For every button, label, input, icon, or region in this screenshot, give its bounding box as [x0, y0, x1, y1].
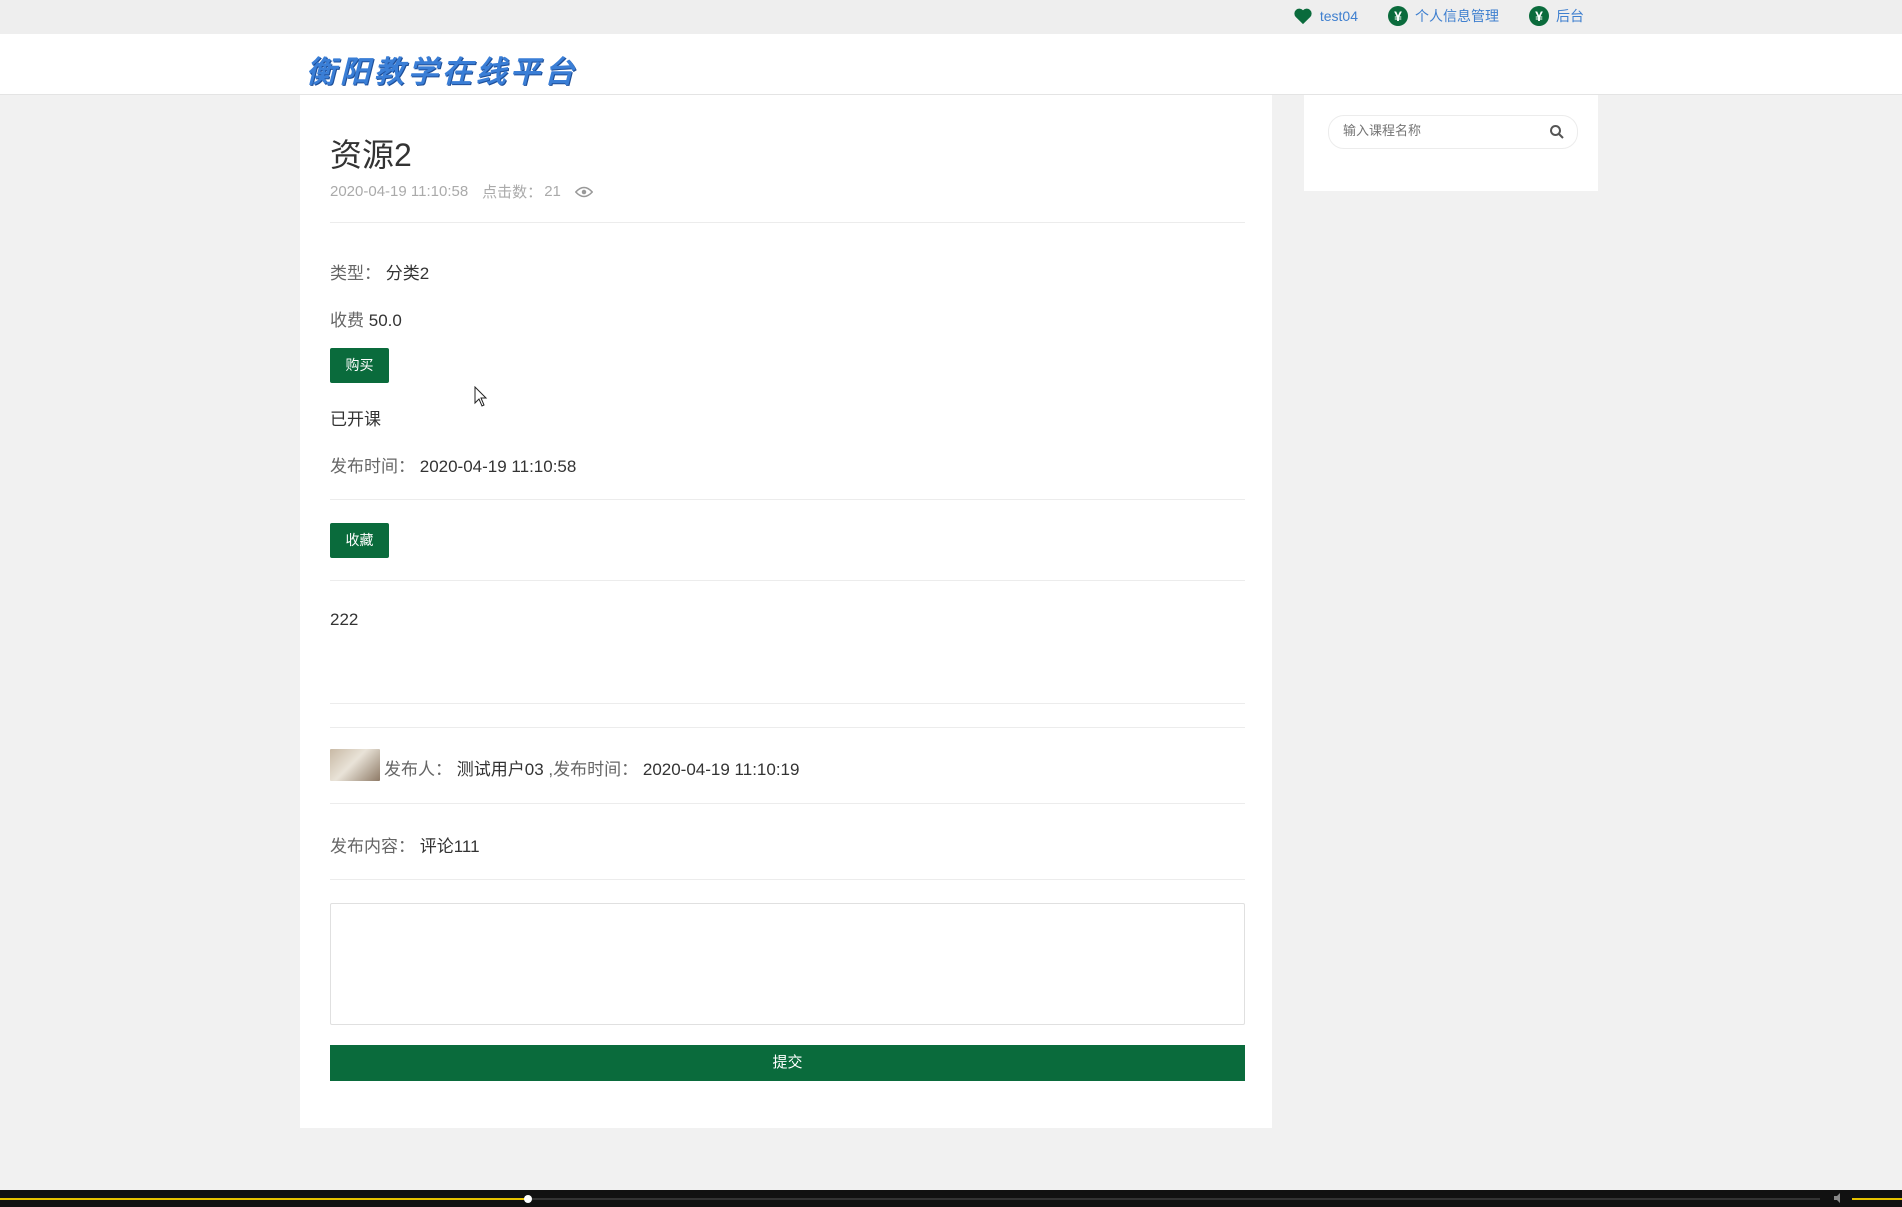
clicks-count: 21	[544, 183, 561, 200]
admin-link[interactable]: ¥ 后台	[1529, 6, 1584, 26]
type-value: 分类2	[385, 264, 430, 283]
yen-icon: ¥	[1529, 6, 1549, 26]
top-links: test04 ¥ 个人信息管理 ¥ 后台	[1293, 6, 1584, 26]
seek-handle[interactable]	[524, 1195, 532, 1203]
volume-icon[interactable]	[1834, 1193, 1846, 1203]
admin-link-label: 后台	[1556, 8, 1584, 24]
yen-icon: ¥	[1388, 6, 1408, 26]
comment-time-label: ,发布时间：	[548, 760, 639, 779]
comment-content: 评论111	[419, 837, 480, 856]
fee-row: 收费 50.0	[330, 306, 402, 331]
user-link-label: test04	[1319, 8, 1358, 24]
divider	[330, 727, 1245, 728]
volume-slider[interactable]	[1852, 1198, 1902, 1200]
comment-author-label: 发布人：	[384, 760, 452, 779]
divider	[330, 222, 1245, 223]
site-header: 衡阳教学在线平台	[0, 34, 1902, 95]
favorite-button[interactable]: 收藏	[330, 523, 389, 558]
avatar	[330, 749, 380, 781]
comment-time: 2020-04-19 11:10:19	[642, 760, 800, 779]
comment-author-row: 发布人： 测试用户03 ,发布时间： 2020-04-19 11:10:19	[384, 755, 799, 780]
course-search[interactable]	[1328, 115, 1578, 149]
video-player-bar	[0, 1190, 1902, 1207]
resource-detail-panel: 资源2 2020-04-19 11:10:58 点击数： 21 类型： 分类2 …	[300, 95, 1272, 1128]
divider	[330, 703, 1245, 704]
publish-label: 发布时间：	[330, 457, 415, 476]
publish-row: 发布时间： 2020-04-19 11:10:58	[330, 452, 576, 477]
search-panel	[1304, 95, 1598, 191]
user-link[interactable]: test04	[1293, 7, 1358, 25]
profile-management-link[interactable]: ¥ 个人信息管理	[1388, 6, 1499, 26]
eye-icon	[574, 186, 593, 197]
divider	[330, 803, 1245, 804]
type-row: 类型： 分类2	[330, 259, 429, 284]
publish-value: 2020-04-19 11:10:58	[419, 457, 577, 476]
divider	[330, 879, 1245, 880]
seek-progress	[0, 1198, 528, 1200]
comment-content-label: 发布内容：	[330, 837, 415, 856]
search-input[interactable]	[1341, 122, 1545, 139]
site-logo[interactable]: 衡阳教学在线平台	[306, 47, 578, 91]
fee-value: 50.0	[368, 311, 402, 330]
comment-textarea[interactable]	[330, 903, 1245, 1025]
profile-management-label: 个人信息管理	[1415, 8, 1499, 24]
divider	[330, 580, 1245, 581]
comment-content-row: 发布内容： 评论111	[330, 832, 480, 857]
submit-button[interactable]: 提交	[330, 1045, 1245, 1081]
resource-content: 222	[330, 610, 359, 629]
heart-icon	[1294, 8, 1312, 25]
resource-title: 资源2	[330, 137, 412, 173]
resource-meta: 2020-04-19 11:10:58 点击数： 21	[330, 181, 593, 202]
comment-author: 测试用户03	[456, 760, 544, 779]
resource-date: 2020-04-19 11:10:58	[330, 183, 469, 200]
clicks-label: 点击数：	[482, 184, 543, 201]
divider	[330, 499, 1245, 500]
mouse-cursor-icon	[474, 386, 488, 407]
search-icon[interactable]	[1549, 124, 1565, 140]
type-label: 类型：	[330, 264, 381, 283]
fee-label: 收费	[330, 311, 364, 330]
course-status: 已开课	[330, 410, 381, 429]
buy-button[interactable]: 购买	[330, 348, 389, 383]
top-bar: test04 ¥ 个人信息管理 ¥ 后台	[0, 0, 1902, 34]
